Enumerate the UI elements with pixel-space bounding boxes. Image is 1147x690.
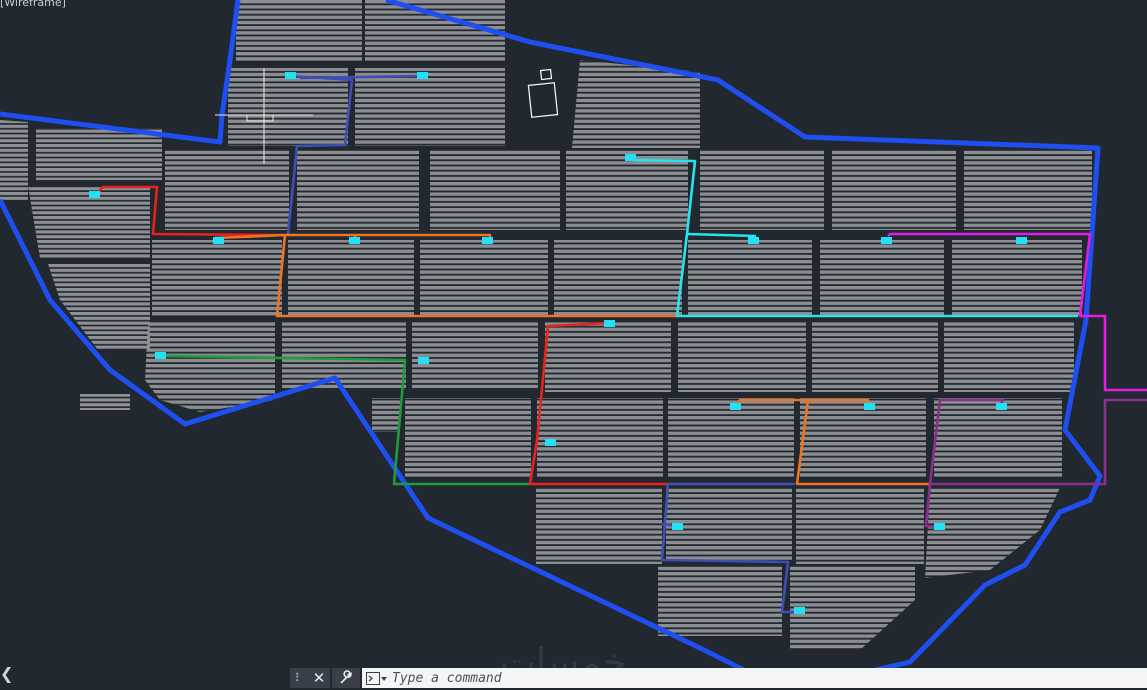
cable-orange [285,233,492,240]
inverter-icon [213,237,224,244]
inverter-icon [934,523,945,530]
inverter-icon [418,357,429,364]
site-boundary[interactable] [0,0,241,145]
command-prompt-icon[interactable] [366,671,387,685]
inverter-icon [730,403,741,410]
inverter-icon [285,72,296,79]
inverter-icon [748,237,759,244]
grip-icon[interactable]: ⠇ [290,668,308,688]
inverter-icon [155,352,166,359]
cable-cyan [686,232,757,238]
inverter-icon [482,237,493,244]
inverter-icon [349,237,360,244]
command-input-area[interactable] [362,668,1147,688]
inverter-icon [672,523,683,530]
inverter-icon [996,403,1007,410]
command-field[interactable] [392,669,1132,687]
inverter-icon [545,439,556,446]
close-command-line-button[interactable]: ✕ [308,668,330,688]
wrench-icon[interactable] [332,668,360,688]
inverter-icon [89,191,100,198]
command-line: ⠇ ✕ [290,668,1147,688]
inverter-icon [1016,237,1027,244]
collapse-arrow-icon[interactable]: ❮ [0,664,13,683]
model-space-viewport[interactable]: [Wireframe] خمسات ❮ [0,0,1147,688]
inverter-icon [794,607,805,614]
structure-outlines [527,68,559,118]
inverter-icon [864,403,875,410]
inverter-icon [604,320,615,327]
viewport-visual-style-label[interactable]: [Wireframe] [0,0,66,9]
inverter-icon [625,154,636,161]
pv-panel-blocks [0,0,1092,650]
inverter-icon [417,72,428,79]
drawing-canvas[interactable] [0,0,1147,688]
inverter-icon [881,237,892,244]
